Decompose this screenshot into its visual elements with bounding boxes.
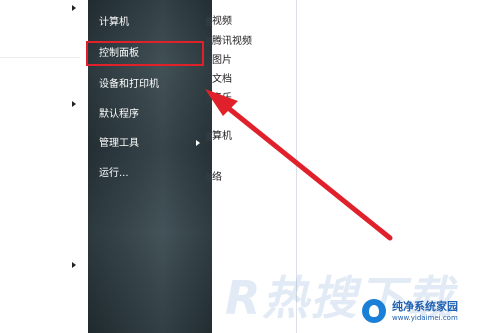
menu-item-computer[interactable]: 计算机 [99,16,129,30]
library-item-tencent-video[interactable]: 腾讯视频 [212,36,252,48]
library-item-pictures[interactable]: 图片 [212,55,232,67]
divider [0,57,80,58]
library-item-music[interactable]: 音乐 [212,93,232,105]
menu-item-default-programs[interactable]: 默认程序 [99,108,139,122]
site-logo-icon [362,299,386,323]
submenu-arrow-icon [196,140,200,146]
expand-arrow-icon[interactable] [72,101,76,107]
menu-item-admin-tools[interactable]: 管理工具 [99,137,139,151]
expand-arrow-icon[interactable] [72,5,76,11]
watermark-site: 纯净系统家园 www.yidaimei.com [362,296,494,328]
library-item-network[interactable]: 络 [212,172,222,184]
site-url: www.yidaimei.com [392,314,458,322]
library-item-documents[interactable]: 文档 [212,74,232,86]
library-item-computer[interactable]: 算机 [212,131,232,143]
library-item-videos[interactable]: 视频 [212,16,232,28]
left-nav-pane [0,0,88,333]
menu-item-devices-printers[interactable]: 设备和打印机 [99,78,159,92]
menu-item-run[interactable]: 运行... [99,167,129,181]
site-title: 纯净系统家园 [392,300,458,313]
expand-arrow-icon[interactable] [72,262,76,268]
highlight-box [86,41,204,66]
